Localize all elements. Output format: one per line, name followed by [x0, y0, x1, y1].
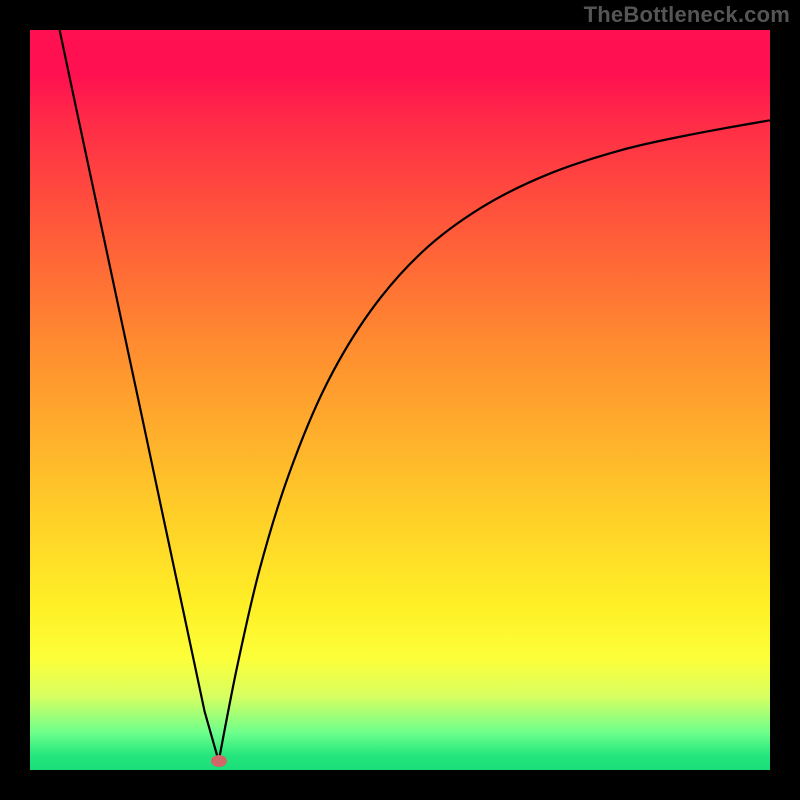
optimal-point-marker — [211, 755, 227, 767]
curve-svg — [30, 30, 770, 770]
plot-area — [30, 30, 770, 770]
chart-frame: TheBottleneck.com — [0, 0, 800, 800]
bottleneck-curve — [60, 30, 770, 761]
watermark-text: TheBottleneck.com — [584, 2, 790, 28]
